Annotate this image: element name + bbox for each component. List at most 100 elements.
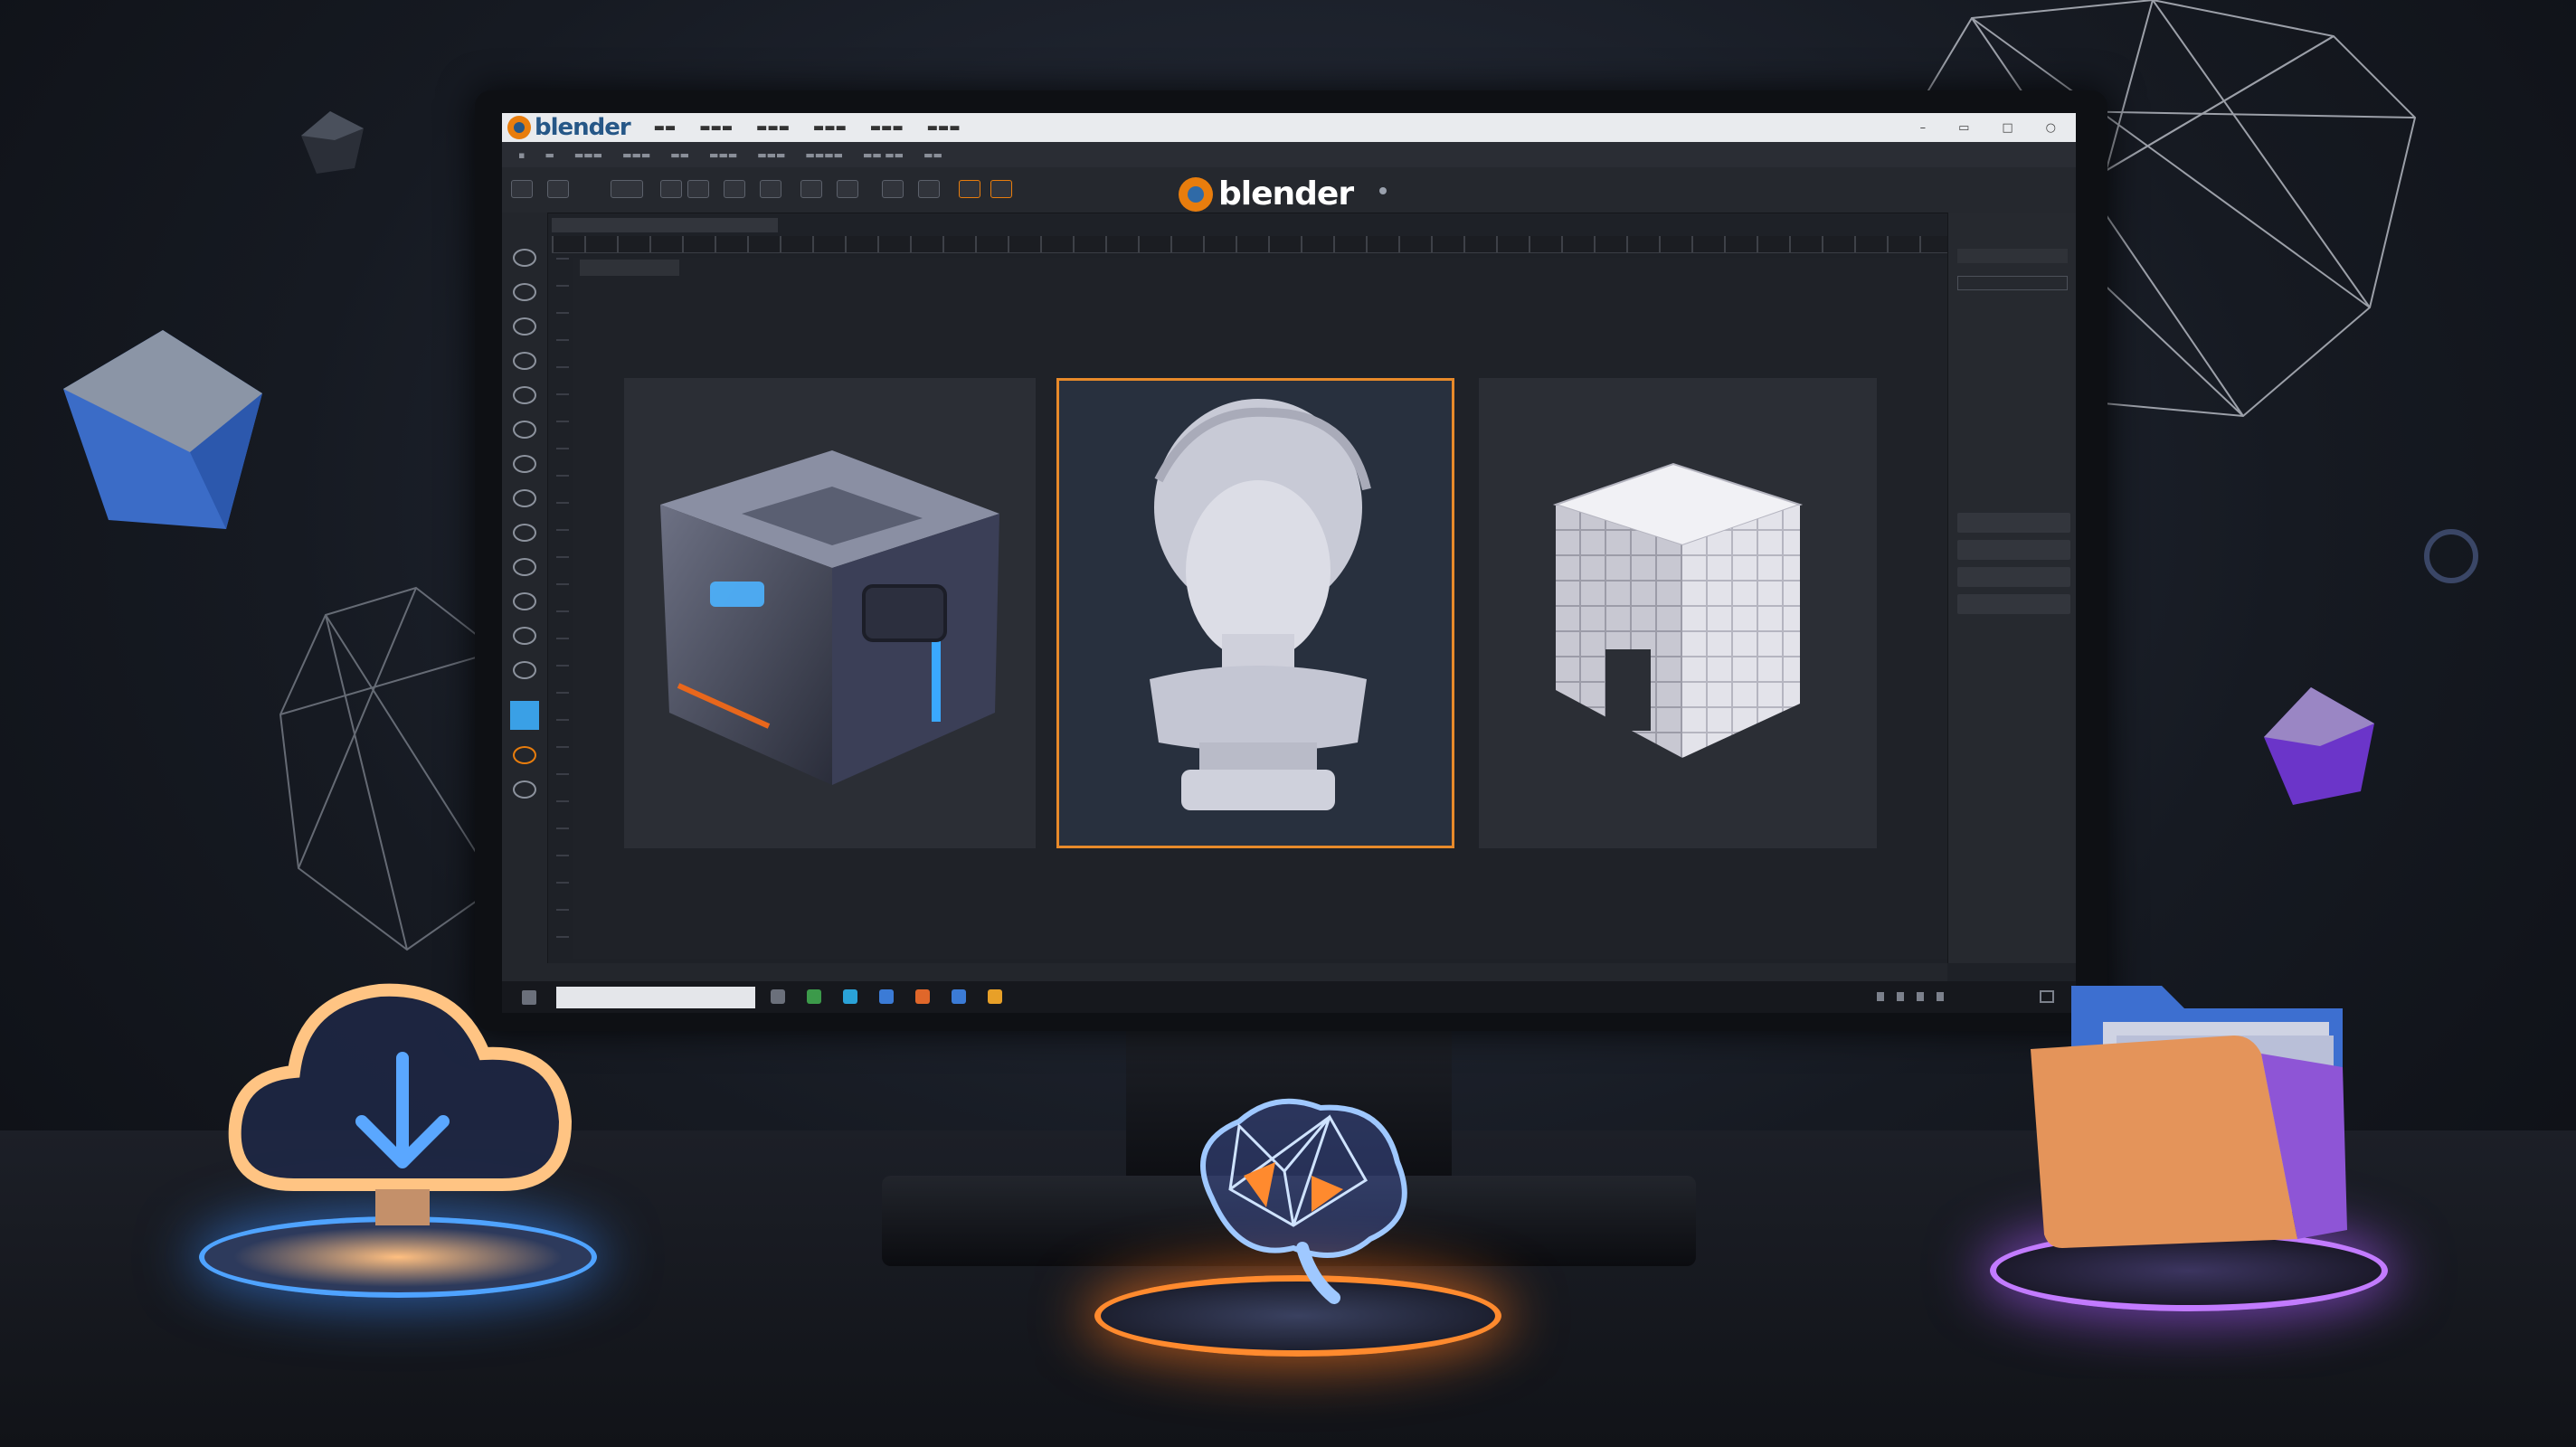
- active-tool-button[interactable]: [510, 701, 539, 730]
- timeline-bar[interactable]: [502, 963, 1947, 981]
- outliner-row[interactable]: [1957, 442, 2068, 457]
- taskbar-app-icon[interactable]: [771, 989, 785, 1004]
- app-logo-text: blender: [535, 114, 631, 141]
- toolbar-button[interactable]: [882, 180, 904, 198]
- toolbar-button[interactable]: [611, 180, 643, 198]
- tool-icon[interactable]: [513, 317, 536, 336]
- outliner-row[interactable]: [1957, 276, 2068, 290]
- outliner-row[interactable]: [1957, 372, 2068, 386]
- toolbar-button[interactable]: [511, 180, 533, 198]
- tool-icon[interactable]: [513, 661, 536, 679]
- property-field[interactable]: [1957, 567, 2070, 587]
- tool-icon[interactable]: [513, 249, 536, 267]
- wireframe-sphere-left-decoration: [279, 586, 498, 951]
- menu-item[interactable]: ▬▬▬: [927, 121, 961, 135]
- blender-logo-icon: [1179, 176, 1213, 212]
- property-field[interactable]: [1957, 594, 2070, 614]
- taskbar: [502, 981, 2076, 1013]
- close-icon[interactable]: ○: [2046, 121, 2056, 135]
- tool-icon[interactable]: [513, 489, 536, 507]
- asset-preview-cube[interactable]: [624, 378, 1036, 848]
- viewport-tab[interactable]: [552, 218, 778, 232]
- menu-item[interactable]: ▪: [518, 149, 525, 161]
- window-controls: – ▭ □ ○: [1920, 121, 2056, 135]
- outliner-row[interactable]: [1957, 303, 2068, 317]
- menu-item[interactable]: ▬▬▬: [870, 121, 904, 135]
- tool-icon[interactable]: [513, 592, 536, 610]
- toolbar-button[interactable]: [837, 180, 858, 198]
- tool-shelf: [502, 213, 548, 963]
- menu-item[interactable]: ▬▬ ▬▬: [863, 149, 904, 161]
- toolbar-button[interactable]: [918, 180, 940, 198]
- gem-purple-decoration: [2264, 687, 2374, 805]
- menu-item[interactable]: ▬▬▬: [813, 121, 847, 135]
- outliner-row[interactable]: [1957, 220, 2068, 234]
- toolbar-button[interactable]: [660, 180, 682, 198]
- viewport-label: [580, 260, 679, 276]
- menu-item[interactable]: ▬▬: [670, 149, 689, 161]
- brain-icon: [1200, 1098, 1407, 1304]
- asset-preview-bust[interactable]: [1056, 378, 1454, 848]
- blender-window: blender ▬▬ ▬▬▬ ▬▬▬ ▬▬▬ ▬▬▬ ▬▬▬ – ▭ □ ○ ▪…: [502, 113, 2076, 1013]
- outliner-row[interactable]: [1957, 419, 2068, 433]
- taskbar-app-icon[interactable]: [988, 989, 1002, 1004]
- menu-item[interactable]: ▬: [545, 149, 554, 161]
- taskbar-app-icon[interactable]: [952, 989, 966, 1004]
- toolbar-button[interactable]: [990, 180, 1012, 198]
- toolbar-button[interactable]: [547, 180, 569, 198]
- taskbar-app-icon[interactable]: [915, 989, 930, 1004]
- side-ruler: [556, 258, 569, 963]
- menu-item[interactable]: ▬▬▬: [757, 149, 785, 161]
- app-logo[interactable]: blender: [507, 114, 631, 141]
- toolbar-button[interactable]: [959, 180, 980, 198]
- tool-icon[interactable]: [513, 455, 536, 473]
- menu-item[interactable]: ▬▬▬: [756, 121, 790, 135]
- sci-fi-crate-icon: [660, 450, 999, 785]
- taskbar-app-icon[interactable]: [843, 989, 857, 1004]
- tool-icon[interactable]: [513, 746, 536, 764]
- minimize-icon[interactable]: –: [1920, 121, 1927, 135]
- menu-item[interactable]: ▬▬: [654, 121, 677, 135]
- toolbar-button[interactable]: [760, 180, 781, 198]
- tool-icon[interactable]: [513, 283, 536, 301]
- tool-icon[interactable]: [513, 524, 536, 542]
- blender-logo-icon: [507, 116, 531, 139]
- taskbar-search-input[interactable]: [556, 987, 755, 1008]
- menu-item[interactable]: ▬▬▬▬: [805, 149, 843, 161]
- toolbar-brand-text: blender: [1218, 175, 1354, 213]
- tool-icon[interactable]: [513, 352, 536, 370]
- taskbar-app-icon[interactable]: [879, 989, 894, 1004]
- property-field[interactable]: [1957, 513, 2070, 533]
- voxel-cube-icon: [1552, 462, 1804, 758]
- asset-preview-voxel[interactable]: [1479, 378, 1877, 848]
- outliner-row[interactable]: [1957, 249, 2068, 263]
- menu-item[interactable]: ▬▬: [923, 149, 942, 161]
- restore-icon[interactable]: ▭: [1958, 121, 1969, 135]
- toolbar-button[interactable]: [687, 180, 709, 198]
- taskbar-app-icon[interactable]: [807, 989, 821, 1004]
- tool-icon[interactable]: [513, 386, 536, 404]
- maximize-icon[interactable]: □: [2002, 121, 2012, 135]
- brand-dot-icon: [1379, 187, 1387, 194]
- tool-icon[interactable]: [513, 421, 536, 439]
- menu-item[interactable]: ▬▬▬: [699, 121, 733, 135]
- toolbar-button[interactable]: [800, 180, 822, 198]
- tool-icon[interactable]: [513, 780, 536, 799]
- secondary-menu-bar: ▪ ▬ ▬▬▬ ▬▬▬ ▬▬ ▬▬▬ ▬▬▬ ▬▬▬▬ ▬▬ ▬▬ ▬▬: [502, 142, 2076, 167]
- title-bar: blender ▬▬ ▬▬▬ ▬▬▬ ▬▬▬ ▬▬▬ ▬▬▬ – ▭ □ ○: [502, 113, 2076, 142]
- system-tray: [1877, 992, 1949, 1001]
- toolbar-button[interactable]: [724, 180, 745, 198]
- ring-decoration: [2424, 529, 2478, 583]
- menu-item[interactable]: ▬▬▬: [622, 149, 650, 161]
- menu-item[interactable]: ▬▬▬: [574, 149, 602, 161]
- outliner-row[interactable]: [1957, 395, 2068, 410]
- outliner-row[interactable]: [1957, 348, 2068, 363]
- menu-item[interactable]: ▬▬▬: [709, 149, 737, 161]
- outliner-row[interactable]: [1957, 466, 2068, 480]
- property-field[interactable]: [1957, 540, 2070, 560]
- bust-sculpture-icon: [1150, 399, 1371, 810]
- tool-icon[interactable]: [513, 627, 536, 645]
- properties-panel: [1947, 213, 2076, 963]
- tool-icon[interactable]: [513, 558, 536, 576]
- gem-blue-decoration: [63, 330, 262, 529]
